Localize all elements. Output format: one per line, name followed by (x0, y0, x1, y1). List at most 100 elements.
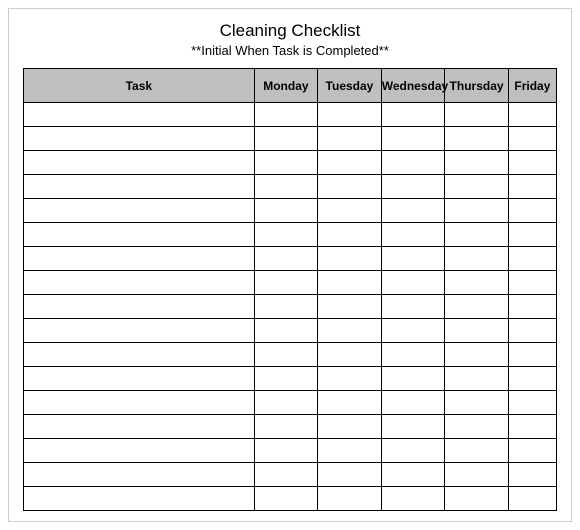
day-cell[interactable] (445, 199, 509, 223)
day-cell[interactable] (381, 439, 445, 463)
day-cell[interactable] (254, 487, 318, 511)
day-cell[interactable] (445, 223, 509, 247)
task-cell[interactable] (24, 439, 255, 463)
day-cell[interactable] (445, 439, 509, 463)
task-cell[interactable] (24, 415, 255, 439)
day-cell[interactable] (445, 175, 509, 199)
day-cell[interactable] (318, 247, 382, 271)
day-cell[interactable] (508, 367, 556, 391)
day-cell[interactable] (445, 271, 509, 295)
day-cell[interactable] (445, 127, 509, 151)
day-cell[interactable] (445, 487, 509, 511)
day-cell[interactable] (318, 391, 382, 415)
day-cell[interactable] (508, 487, 556, 511)
day-cell[interactable] (445, 151, 509, 175)
day-cell[interactable] (318, 175, 382, 199)
task-cell[interactable] (24, 391, 255, 415)
day-cell[interactable] (445, 463, 509, 487)
day-cell[interactable] (508, 199, 556, 223)
task-cell[interactable] (24, 127, 255, 151)
day-cell[interactable] (445, 415, 509, 439)
day-cell[interactable] (254, 247, 318, 271)
day-cell[interactable] (254, 415, 318, 439)
day-cell[interactable] (508, 391, 556, 415)
task-cell[interactable] (24, 199, 255, 223)
day-cell[interactable] (318, 415, 382, 439)
day-cell[interactable] (508, 343, 556, 367)
day-cell[interactable] (381, 151, 445, 175)
day-cell[interactable] (508, 271, 556, 295)
day-cell[interactable] (254, 223, 318, 247)
day-cell[interactable] (445, 391, 509, 415)
task-cell[interactable] (24, 151, 255, 175)
day-cell[interactable] (318, 487, 382, 511)
day-cell[interactable] (445, 103, 509, 127)
day-cell[interactable] (254, 151, 318, 175)
task-cell[interactable] (24, 175, 255, 199)
day-cell[interactable] (445, 247, 509, 271)
day-cell[interactable] (508, 127, 556, 151)
day-cell[interactable] (254, 319, 318, 343)
day-cell[interactable] (508, 103, 556, 127)
day-cell[interactable] (254, 175, 318, 199)
day-cell[interactable] (508, 439, 556, 463)
day-cell[interactable] (381, 319, 445, 343)
task-cell[interactable] (24, 295, 255, 319)
day-cell[interactable] (318, 151, 382, 175)
task-cell[interactable] (24, 487, 255, 511)
task-cell[interactable] (24, 103, 255, 127)
day-cell[interactable] (318, 127, 382, 151)
day-cell[interactable] (508, 415, 556, 439)
day-cell[interactable] (381, 271, 445, 295)
day-cell[interactable] (254, 367, 318, 391)
day-cell[interactable] (508, 151, 556, 175)
day-cell[interactable] (254, 103, 318, 127)
day-cell[interactable] (318, 103, 382, 127)
day-cell[interactable] (508, 295, 556, 319)
day-cell[interactable] (445, 319, 509, 343)
day-cell[interactable] (508, 175, 556, 199)
task-cell[interactable] (24, 271, 255, 295)
day-cell[interactable] (318, 319, 382, 343)
day-cell[interactable] (381, 199, 445, 223)
day-cell[interactable] (254, 343, 318, 367)
day-cell[interactable] (318, 343, 382, 367)
day-cell[interactable] (318, 463, 382, 487)
day-cell[interactable] (318, 223, 382, 247)
day-cell[interactable] (381, 247, 445, 271)
day-cell[interactable] (508, 223, 556, 247)
day-cell[interactable] (381, 391, 445, 415)
day-cell[interactable] (254, 295, 318, 319)
day-cell[interactable] (381, 487, 445, 511)
day-cell[interactable] (445, 295, 509, 319)
day-cell[interactable] (381, 367, 445, 391)
day-cell[interactable] (508, 319, 556, 343)
day-cell[interactable] (381, 295, 445, 319)
day-cell[interactable] (381, 343, 445, 367)
task-cell[interactable] (24, 463, 255, 487)
day-cell[interactable] (254, 391, 318, 415)
task-cell[interactable] (24, 343, 255, 367)
task-cell[interactable] (24, 367, 255, 391)
day-cell[interactable] (381, 463, 445, 487)
day-cell[interactable] (508, 247, 556, 271)
day-cell[interactable] (445, 343, 509, 367)
day-cell[interactable] (381, 127, 445, 151)
day-cell[interactable] (318, 271, 382, 295)
day-cell[interactable] (318, 439, 382, 463)
day-cell[interactable] (254, 271, 318, 295)
task-cell[interactable] (24, 247, 255, 271)
day-cell[interactable] (508, 463, 556, 487)
day-cell[interactable] (318, 199, 382, 223)
task-cell[interactable] (24, 319, 255, 343)
day-cell[interactable] (381, 415, 445, 439)
day-cell[interactable] (254, 463, 318, 487)
day-cell[interactable] (381, 103, 445, 127)
day-cell[interactable] (318, 367, 382, 391)
day-cell[interactable] (254, 439, 318, 463)
day-cell[interactable] (445, 367, 509, 391)
day-cell[interactable] (254, 199, 318, 223)
day-cell[interactable] (254, 127, 318, 151)
day-cell[interactable] (381, 175, 445, 199)
day-cell[interactable] (381, 223, 445, 247)
